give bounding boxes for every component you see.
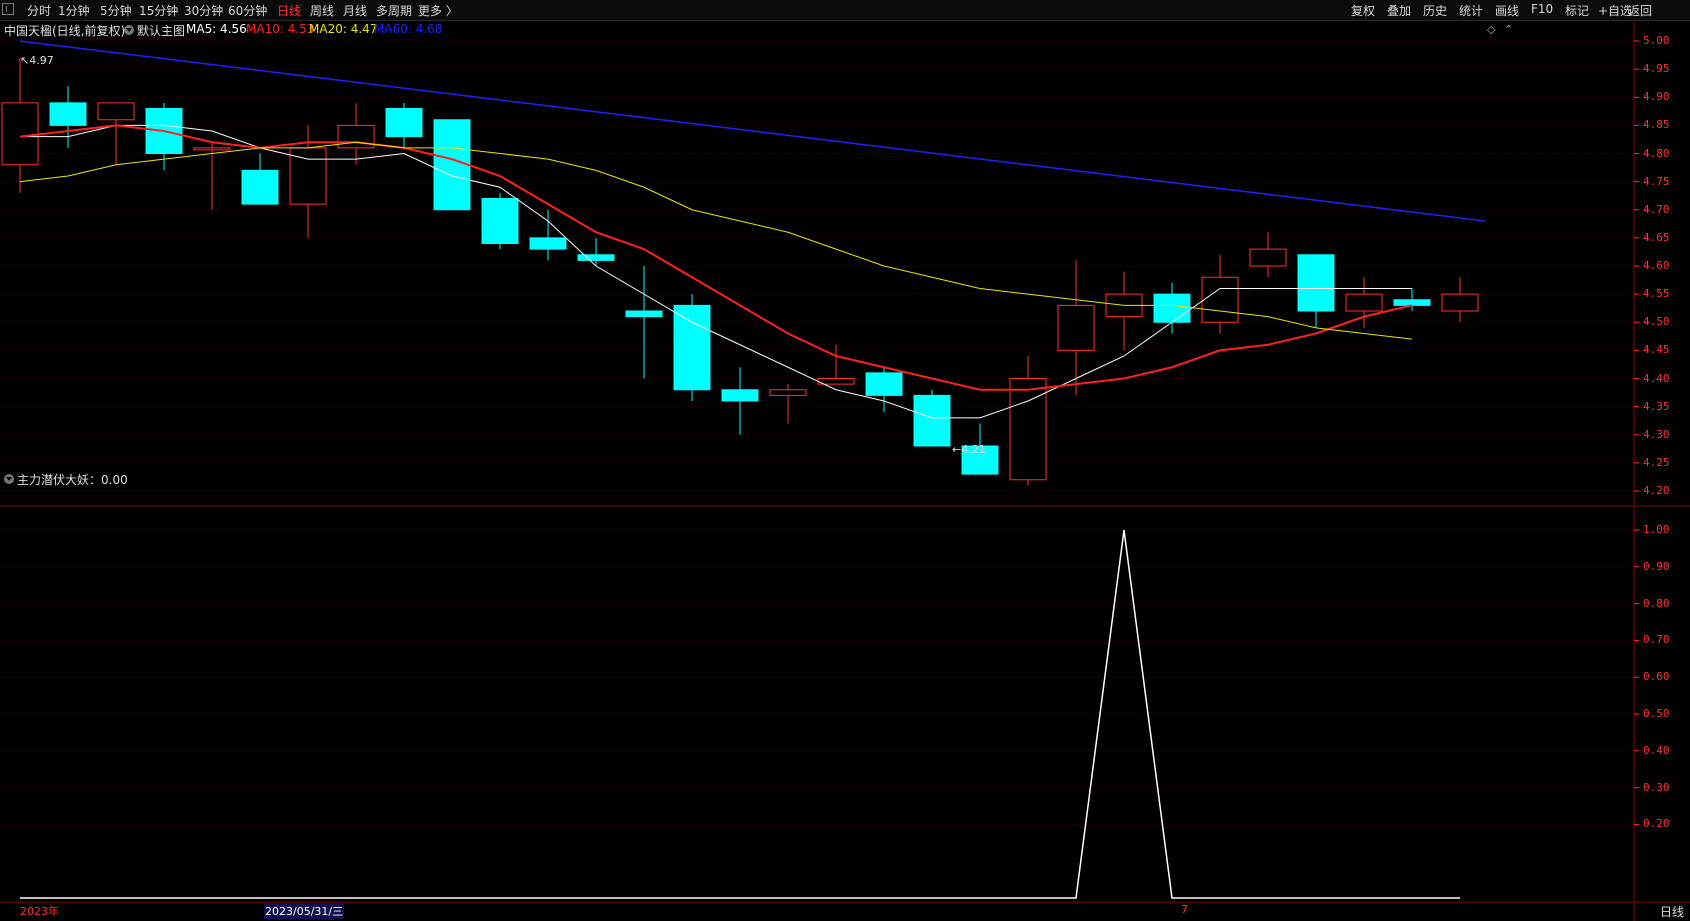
candle-body <box>193 147 231 151</box>
sub-y-tick-label: 0.80 <box>1643 596 1670 610</box>
candle-body <box>673 304 711 391</box>
candle-body <box>817 378 855 385</box>
candle-body <box>1009 378 1047 481</box>
candle-body <box>529 237 567 250</box>
candle-body <box>625 310 663 318</box>
sub-y-tick-label: 0.90 <box>1643 559 1670 573</box>
y-tick-label: 4.60 <box>1643 259 1670 272</box>
y-tick-label: 4.45 <box>1643 343 1670 357</box>
y-tick-label: 4.70 <box>1643 202 1670 216</box>
high-price-note: ↖4.97 <box>20 54 54 67</box>
y-tick-label: 4.95 <box>1643 62 1670 76</box>
y-tick-label: 4.50 <box>1643 315 1670 329</box>
sub-y-tick-label: 0.50 <box>1643 707 1670 720</box>
y-tick-label: 5.00 <box>1643 34 1670 47</box>
sub-y-tick-label: 0.40 <box>1643 743 1670 757</box>
candle-body <box>481 198 519 244</box>
month-mark: 7 <box>1181 903 1188 916</box>
high-price-value: 4.97 <box>29 54 54 67</box>
candle-body <box>1297 254 1335 312</box>
candle-body <box>1345 293 1383 312</box>
candle-body <box>1249 248 1287 267</box>
period-tag[interactable]: 日线 <box>1660 903 1684 920</box>
year-label: 2023年 <box>20 905 59 918</box>
sub-y-tick-label: 0.70 <box>1643 633 1670 647</box>
candle-body <box>577 254 615 261</box>
y-tick-label: 4.55 <box>1643 287 1670 301</box>
cursor-date: 2023/05/31/三 <box>264 903 345 919</box>
arrow-left-icon: ↖ <box>20 54 30 67</box>
y-tick-label: 4.90 <box>1643 90 1670 104</box>
candle-body <box>49 102 87 126</box>
ma-line-ma60 <box>19 40 1486 222</box>
sub-y-tick-label: 1.00 <box>1643 523 1670 536</box>
y-tick-label: 4.65 <box>1643 230 1670 244</box>
y-tick-label: 4.80 <box>1643 146 1670 160</box>
arrow-left-icon: ← <box>952 443 962 456</box>
y-tick-label: 4.35 <box>1643 399 1670 413</box>
y-tick-label: 4.25 <box>1643 455 1670 469</box>
candle-body <box>97 102 135 121</box>
candle-body <box>1201 276 1239 323</box>
candle-body <box>1153 293 1191 323</box>
y-tick-label: 4.30 <box>1643 427 1670 441</box>
y-tick-label: 4.20 <box>1643 484 1670 497</box>
candle-body <box>769 389 807 396</box>
y-tick-label: 4.75 <box>1643 174 1670 188</box>
candle-body <box>241 169 279 205</box>
y-tick-label: 4.85 <box>1643 118 1670 132</box>
candle-body <box>1441 293 1479 312</box>
sub-y-tick-label: 0.20 <box>1643 817 1670 831</box>
candle-body <box>433 119 471 211</box>
candle-body <box>1393 299 1431 306</box>
chart-canvas[interactable] <box>0 0 1690 921</box>
candle-body <box>1 102 39 166</box>
y-tick-label: 4.40 <box>1643 371 1670 385</box>
low-price-note: ←4.21 <box>952 443 986 456</box>
candle-body <box>1057 304 1095 351</box>
candle-body <box>913 394 951 447</box>
ma-line-ma5 <box>20 124 1412 419</box>
candle-body <box>865 372 903 396</box>
candle-body <box>721 389 759 402</box>
sub-y-tick-label: 0.30 <box>1643 780 1670 794</box>
sub-y-tick-label: 0.60 <box>1643 670 1670 684</box>
candle-body <box>385 108 423 138</box>
low-price-value: 4.21 <box>961 443 986 456</box>
